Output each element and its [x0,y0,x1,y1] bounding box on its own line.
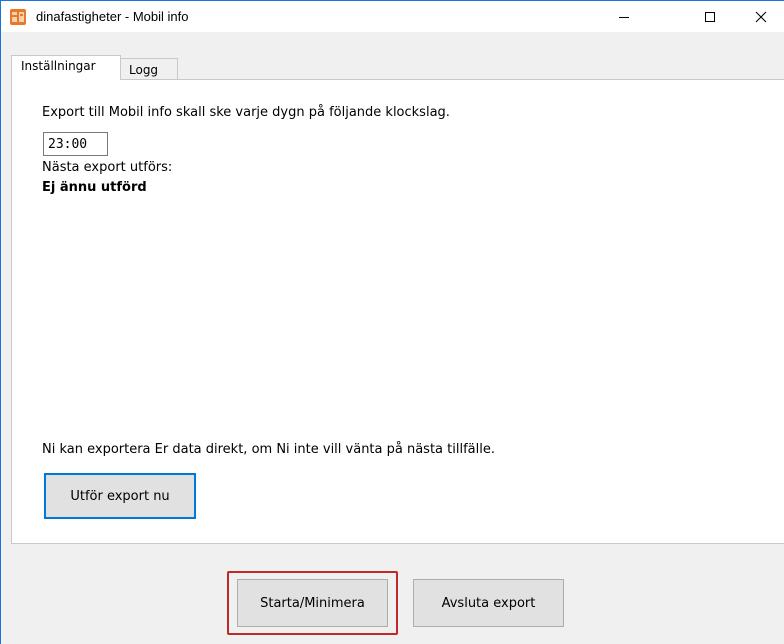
export-now-button[interactable]: Utför export nu [44,473,196,519]
start-minimize-button[interactable]: Starta/Minimera [237,579,388,627]
maximize-icon [705,11,715,22]
quit-export-button[interactable]: Avsluta export [413,579,564,627]
schedule-description: Export till Mobil info skall ske varje d… [42,105,450,120]
maximize-button[interactable] [687,1,733,32]
minimize-button[interactable] [601,1,647,32]
tab-strip: Inställningar Logg [1,32,784,80]
next-export-value: Ej ännu utförd [42,180,147,195]
tab-installningar[interactable]: Inställningar [11,55,121,80]
direct-export-description: Ni kan exportera Er data direkt, om Ni i… [42,442,495,457]
close-button[interactable] [738,1,784,32]
minimize-icon [619,16,629,18]
title-bar[interactable]: dinafastigheter - Mobil info [1,1,784,32]
tab-logg[interactable]: Logg [120,58,178,80]
export-time-input[interactable] [43,132,108,156]
window-title: dinafastigheter - Mobil info [36,9,189,24]
app-icon [10,9,26,25]
app-window: dinafastigheter - Mobil info Inställning… [0,0,784,644]
close-icon [755,11,767,22]
settings-panel: Export till Mobil info skall ske varje d… [11,79,784,544]
next-export-label: Nästa export utförs: [42,160,173,175]
